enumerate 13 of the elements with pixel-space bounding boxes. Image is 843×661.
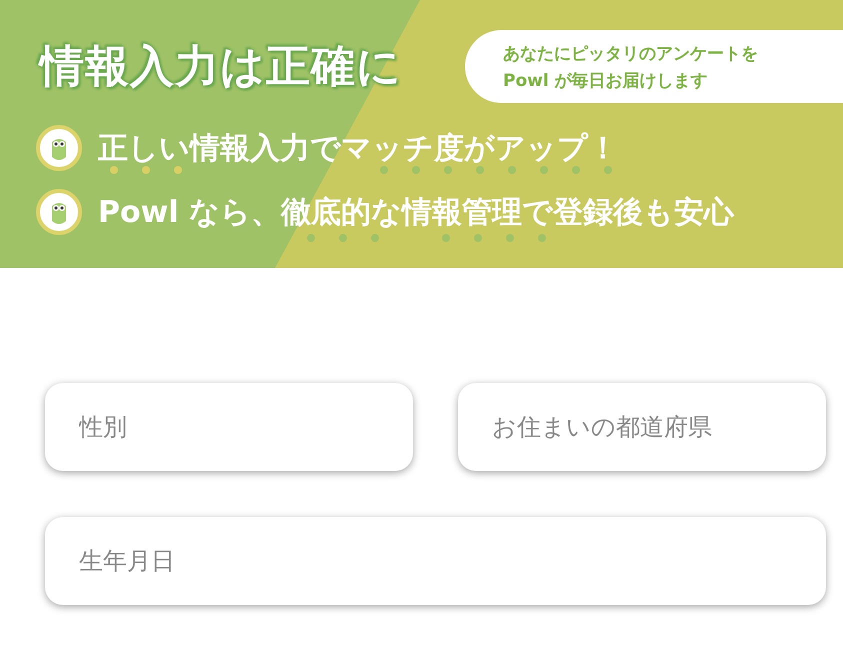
benefit-text: 正しい情報入力でマッチ度がアップ！ bbox=[98, 130, 618, 168]
emphasis-dots-icon bbox=[380, 166, 612, 174]
emphasis-dots-icon bbox=[442, 234, 546, 242]
emphasis-dots-icon bbox=[110, 166, 182, 174]
emphasis-dots-icon bbox=[307, 234, 379, 242]
input-field[interactable]: 生年月日 bbox=[45, 517, 826, 605]
owl-icon bbox=[36, 189, 82, 235]
benefit-text: Powl なら、徹底的な情報管理で登録後も安心 bbox=[98, 194, 734, 232]
owl-icon bbox=[36, 125, 82, 171]
banner-title: 情報入力は正確に bbox=[40, 40, 402, 94]
bubble-text: あなたにピッタリのアンケートを bbox=[503, 42, 759, 64]
input-field[interactable]: お住まいの都道府県 bbox=[458, 383, 826, 471]
bubble-text: Powl が毎日お届けします bbox=[503, 70, 709, 92]
